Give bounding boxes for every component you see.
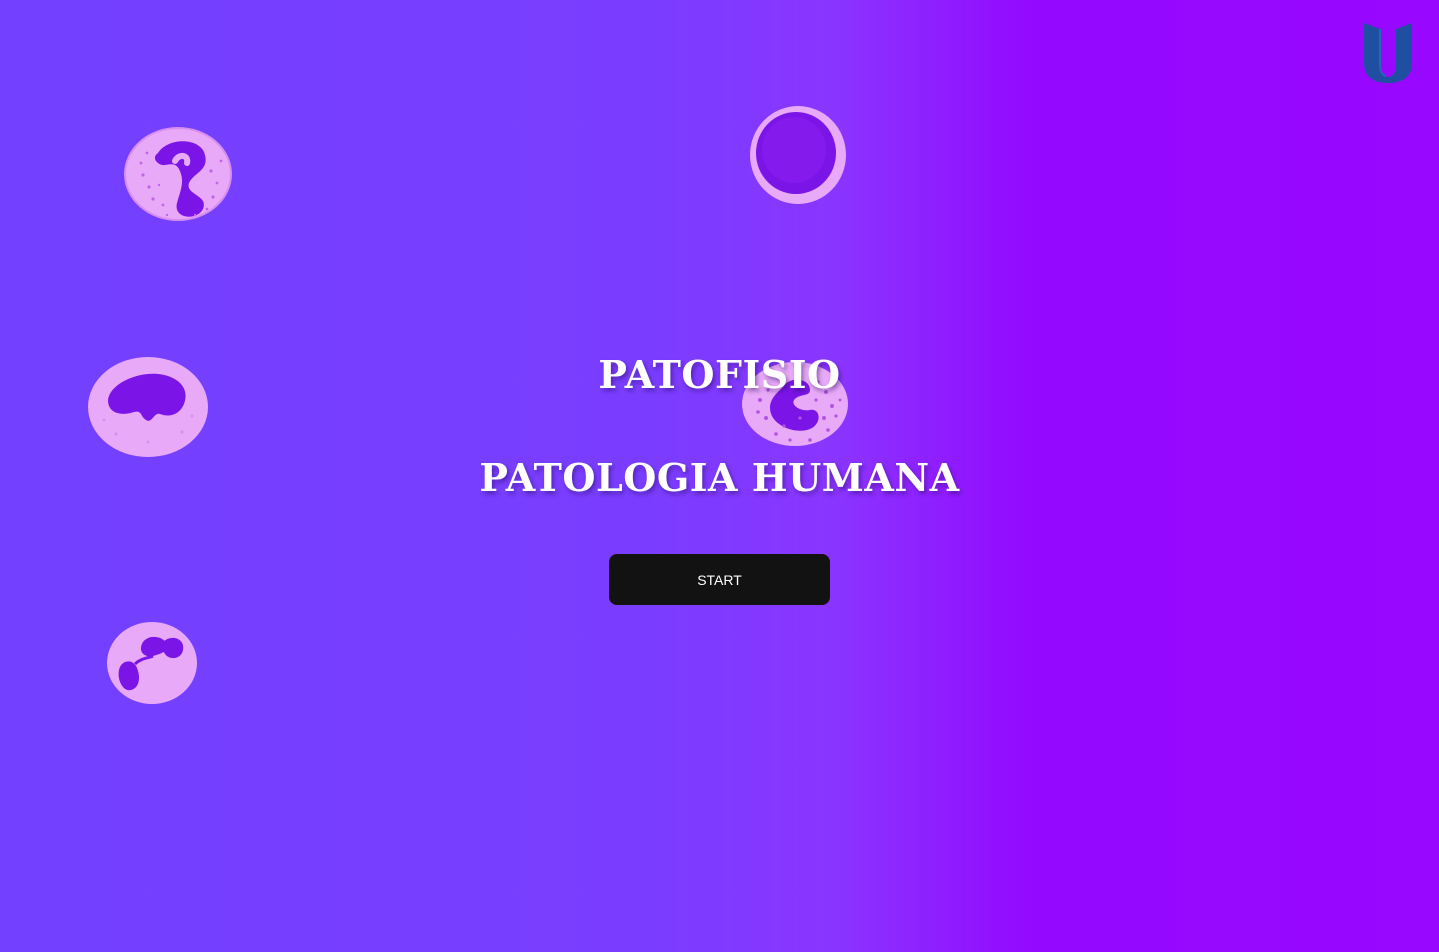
- app-title: PATOFISIO: [598, 352, 841, 397]
- eosinophil-cell-icon: [105, 620, 199, 706]
- lymphocyte-cell-icon: [748, 104, 848, 206]
- start-button[interactable]: START: [609, 554, 830, 605]
- neutrophil-cell-icon: [123, 125, 233, 223]
- u-logo-icon: [1362, 21, 1414, 83]
- app-subtitle: PATOLOGIA HUMANA: [479, 455, 960, 500]
